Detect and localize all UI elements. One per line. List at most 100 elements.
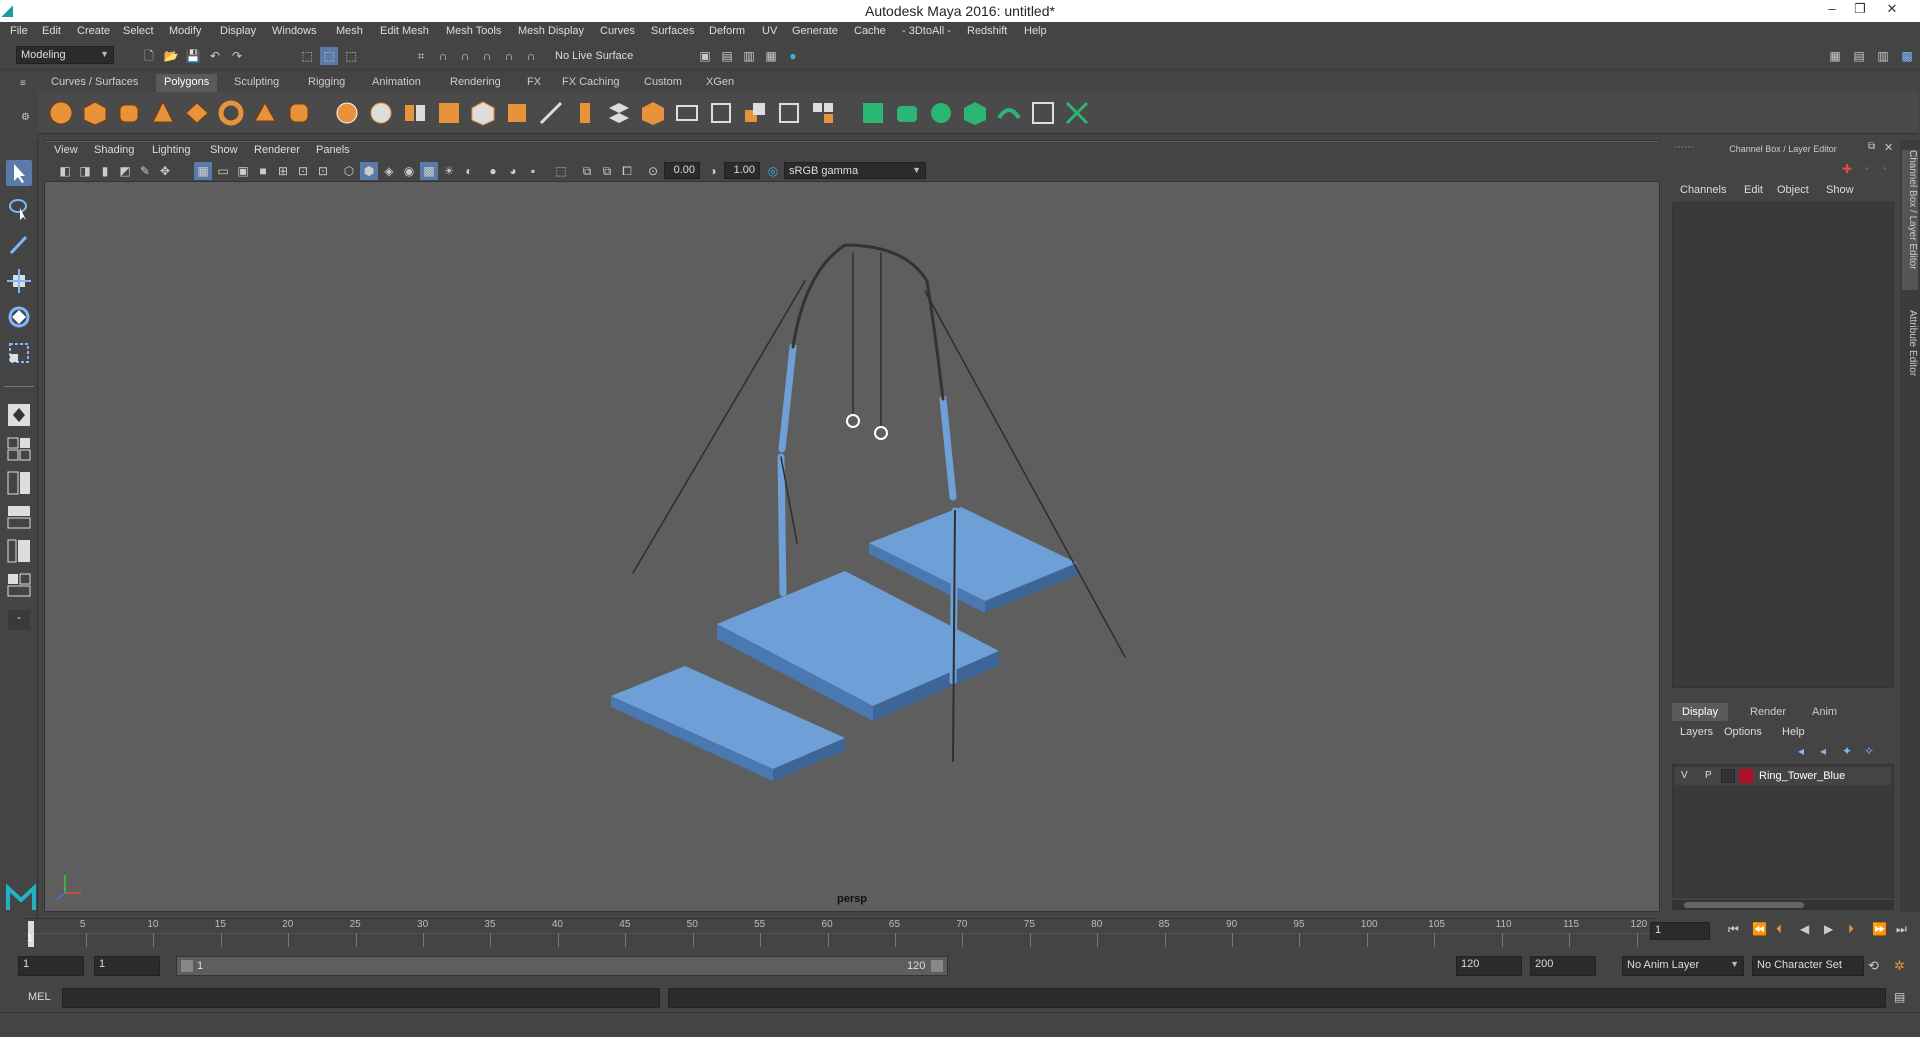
poly-cylinder-icon[interactable]	[116, 100, 142, 126]
persp-uv-layout-icon[interactable]	[6, 572, 32, 598]
menu-mesh-display[interactable]: Mesh Display	[518, 25, 584, 37]
layer-scrollbar-thumb[interactable]	[1684, 902, 1804, 908]
anim-layer-dropdown[interactable]: No Anim Layer ▼	[1622, 956, 1744, 976]
gate-mask-icon[interactable]: ■	[254, 162, 272, 180]
shelf-settings-icon[interactable]: ⚙	[21, 112, 31, 123]
attribute-editor-toggle-icon[interactable]: ▤	[1850, 47, 1868, 65]
speed-icon[interactable]: ◔	[1862, 162, 1869, 176]
save-scene-icon[interactable]: 💾	[184, 47, 202, 65]
lasso-tool-icon[interactable]	[6, 196, 32, 222]
default-material-icon[interactable]: ◉	[400, 162, 418, 180]
tab-render[interactable]: Render	[1740, 703, 1796, 721]
camera-attributes-icon[interactable]: ◨	[76, 162, 94, 180]
shadows-icon[interactable]: ◐	[460, 162, 478, 180]
uv-unfold-icon[interactable]	[996, 100, 1022, 126]
reduce-icon[interactable]	[470, 100, 496, 126]
hyper-icon[interactable]: ◔	[1880, 162, 1887, 176]
tool-settings-toggle-icon[interactable]: ▥	[1874, 47, 1892, 65]
persp-outliner-layout-icon[interactable]	[6, 470, 32, 496]
textured-icon[interactable]: ▩	[420, 162, 438, 180]
persp-hypershade-layout-icon[interactable]	[6, 538, 32, 564]
mirror-icon[interactable]	[402, 100, 428, 126]
snap-grid-icon[interactable]: ⌗	[412, 47, 430, 65]
menu-set-dropdown[interactable]: Modeling ▼	[16, 46, 114, 64]
bookmarks-icon[interactable]: ▮	[96, 162, 114, 180]
options-menu[interactable]: Options	[1724, 726, 1762, 738]
live-surface-field[interactable]: No Live Surface	[550, 47, 654, 64]
script-language-label[interactable]: MEL	[28, 991, 51, 1003]
tab-anim[interactable]: Anim	[1802, 703, 1847, 721]
channel-box-toggle-icon[interactable]: ▩	[1898, 47, 1916, 65]
two-d-pan-icon[interactable]: ✥	[156, 162, 174, 180]
layer-playback-toggle[interactable]: P	[1705, 770, 1712, 781]
grid-icon[interactable]: ▦	[194, 162, 212, 180]
open-scene-icon[interactable]: 📂	[162, 47, 180, 65]
move-layer-down-icon[interactable]: ◂	[1820, 744, 1826, 758]
shelf-menu-icon[interactable]: ≡	[20, 78, 30, 89]
script-editor-icon[interactable]: ▤	[1894, 990, 1905, 1004]
undo-icon[interactable]: ↶	[206, 47, 224, 65]
tab-rendering[interactable]: Rendering	[442, 74, 509, 92]
tab-sculpting[interactable]: Sculpting	[226, 74, 287, 92]
render-region-icon[interactable]: ▣	[696, 47, 714, 65]
uv-automatic-icon[interactable]	[962, 100, 988, 126]
select-hierarchy-icon[interactable]: ⬚	[298, 47, 316, 65]
object-menu[interactable]: Object	[1777, 184, 1809, 196]
drag-handle-icon[interactable]: ⋯⋯	[1674, 142, 1694, 153]
redo-icon[interactable]: ↷	[228, 47, 246, 65]
snap-point-icon[interactable]: ∩	[456, 47, 474, 65]
select-component-icon[interactable]: ⬚	[342, 47, 360, 65]
exposure-field[interactable]: 0.00	[664, 162, 700, 179]
target-weld-icon[interactable]	[742, 100, 768, 126]
smooth-shade-icon[interactable]: ⬢	[360, 162, 378, 180]
ambient-occlusion-icon[interactable]: ●	[484, 162, 502, 180]
tab-curves-surfaces[interactable]: Curves / Surfaces	[43, 74, 146, 92]
poly-cube-icon[interactable]	[82, 100, 108, 126]
render-current-icon[interactable]: ▤	[718, 47, 736, 65]
snap-surface-icon[interactable]: ∩	[500, 47, 518, 65]
menu-select[interactable]: Select	[123, 25, 154, 37]
hypershade-icon[interactable]: ●	[784, 47, 802, 65]
image-plane-icon[interactable]: ◩	[116, 162, 134, 180]
menu-redshift[interactable]: Redshift	[967, 25, 1007, 37]
menu-modify[interactable]: Modify	[169, 25, 201, 37]
menu-curves[interactable]: Curves	[600, 25, 635, 37]
panel-menu-view[interactable]: View	[54, 144, 78, 156]
poly-torus-icon[interactable]	[218, 100, 244, 126]
separate-icon[interactable]	[368, 100, 394, 126]
play-backwards-icon[interactable]: ◀	[1800, 922, 1809, 936]
snap-view-icon[interactable]: ∩	[478, 47, 496, 65]
layer-color-swatch[interactable]	[1739, 769, 1753, 783]
menu-edit-mesh[interactable]: Edit Mesh	[380, 25, 429, 37]
select-tool-icon[interactable]	[6, 160, 32, 186]
time-slider[interactable]: 1 5 10 15 20 25 30 35 40 45 50 55 60 65 70 75 80 85 90 95 1…	[24, 918, 1656, 948]
go-to-start-icon[interactable]: ⏮	[1728, 922, 1739, 937]
character-set-dropdown[interactable]: No Character Set	[1752, 956, 1864, 976]
use-all-lights-icon[interactable]: ☀	[440, 162, 458, 180]
select-camera-icon[interactable]: ◧	[56, 162, 74, 180]
menu-3dtoall[interactable]: - 3DtoAll -	[902, 25, 951, 37]
step-back-key-icon[interactable]: ⏴	[1776, 922, 1782, 937]
gamma-field[interactable]: 1.00	[724, 162, 760, 179]
anti-aliasing-icon[interactable]: ▪	[524, 162, 542, 180]
poly-plane-icon[interactable]	[184, 100, 210, 126]
tab-fx-caching[interactable]: FX Caching	[554, 74, 627, 92]
smooth-icon[interactable]	[436, 100, 462, 126]
select-object-icon[interactable]: ⬚	[320, 47, 338, 65]
xray-components-icon[interactable]: ⧠	[618, 162, 636, 180]
auto-key-icon[interactable]: ⟲	[1868, 958, 1879, 974]
restore-button[interactable]: ❐	[1846, 1, 1874, 19]
snap-magnet-icon[interactable]: ∩	[522, 47, 540, 65]
safe-action-icon[interactable]: ⊡	[294, 162, 312, 180]
viewport-persp[interactable]: persp	[44, 140, 1660, 912]
exposure-icon[interactable]: ⊙	[644, 162, 662, 180]
uv-spherical-icon[interactable]	[928, 100, 954, 126]
uv-planar-icon[interactable]	[860, 100, 886, 126]
single-perspective-layout-icon[interactable]	[6, 402, 32, 428]
poly-sphere-icon[interactable]	[48, 100, 74, 126]
safe-title-icon[interactable]: ⊡	[314, 162, 332, 180]
four-view-layout-icon[interactable]	[6, 436, 32, 462]
quad-draw-icon[interactable]	[810, 100, 836, 126]
panel-menu-shading[interactable]: Shading	[94, 144, 134, 156]
current-frame-field[interactable]: 1	[1650, 922, 1710, 940]
